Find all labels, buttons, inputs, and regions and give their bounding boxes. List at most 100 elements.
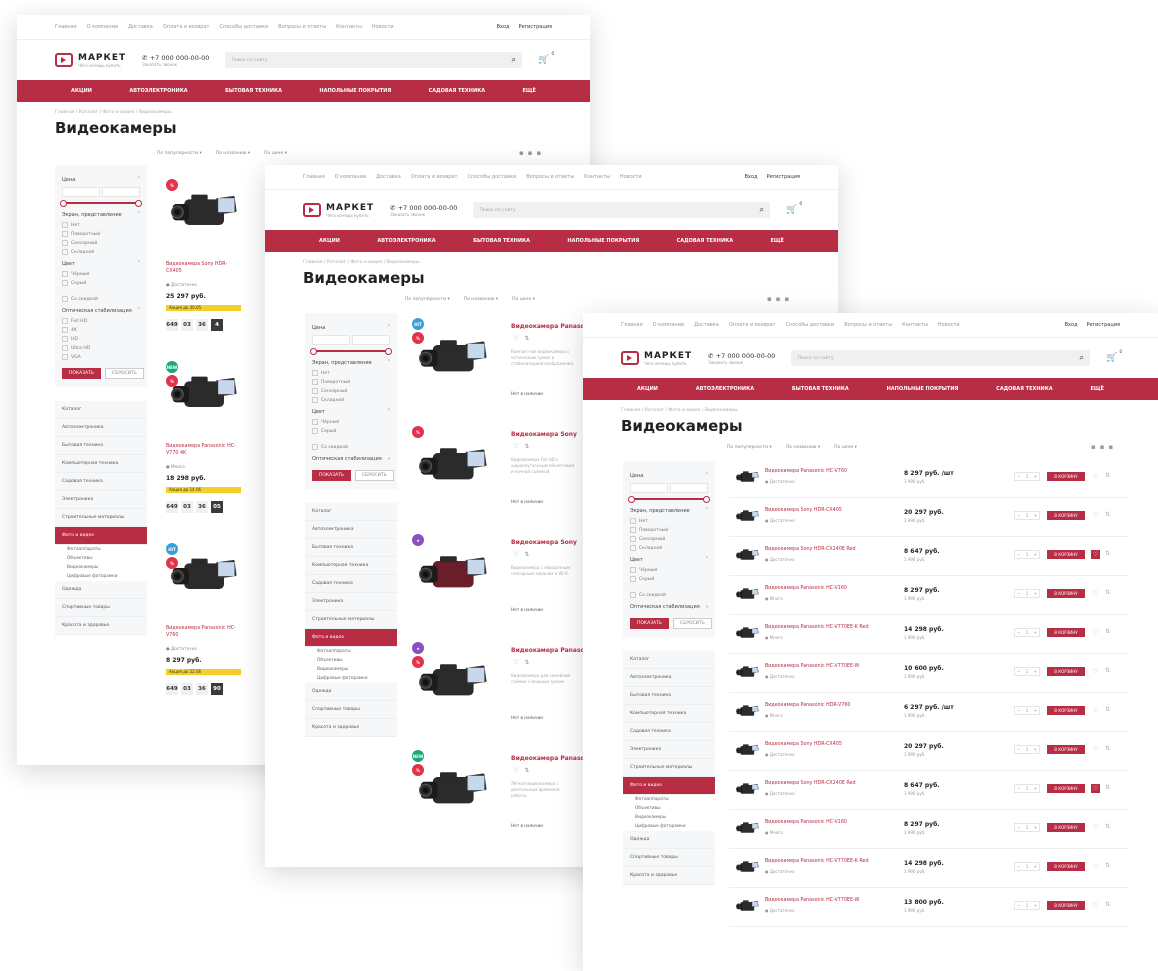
product-card[interactable]: HIT% Видеокамера Panasonic HC-V760 ● Доста…	[165, 542, 245, 702]
filter-checkbox[interactable]: Full HD	[62, 318, 140, 324]
quantity-stepper[interactable]: − 1 +	[1014, 472, 1040, 481]
logo[interactable]: МАРКЕТ Чего хочешь купить	[621, 351, 692, 366]
checkbox-box[interactable]	[312, 388, 318, 394]
qty-minus-button[interactable]: −	[1017, 903, 1020, 908]
filter-price-head[interactable]: Цена ˆ	[630, 473, 708, 479]
qty-value[interactable]: 1	[1026, 864, 1029, 869]
filter-checkbox[interactable]: VGA	[62, 354, 140, 360]
heart-icon[interactable]: ♡	[1091, 589, 1100, 598]
product-thumbnail[interactable]	[735, 664, 759, 684]
filter-checkbox[interactable]: Сенсорный	[312, 388, 390, 394]
reset-filter-button[interactable]: СБРОСИТЬ	[105, 368, 144, 379]
login-link[interactable]: Вход	[1065, 322, 1078, 328]
category-item[interactable]: Электроника	[55, 491, 147, 509]
product-thumbnail[interactable]	[735, 859, 759, 879]
category-item[interactable]: Бытовая техника	[305, 539, 397, 557]
quantity-stepper[interactable]: − 1 +	[1014, 706, 1040, 715]
add-to-cart-button[interactable]: В КОРЗИНУ	[1047, 745, 1085, 754]
table-row[interactable]: Видеокамера Sony HDR-CX405 ● Достаточно 20…	[729, 498, 1129, 537]
category-item[interactable]: Одежда	[305, 683, 397, 701]
compare-icon[interactable]: ⇅	[1105, 589, 1110, 596]
qty-plus-button[interactable]: +	[1034, 474, 1037, 479]
product-image[interactable]	[416, 549, 488, 601]
top-link[interactable]: Способы доставки	[219, 24, 268, 30]
table-view-icon[interactable]: ▪	[537, 149, 542, 157]
qty-minus-button[interactable]: −	[1017, 591, 1020, 596]
qty-minus-button[interactable]: −	[1017, 786, 1020, 791]
table-row[interactable]: Видеокамера Sony HDR-CX240E Red ● Достато…	[729, 771, 1129, 810]
category-item[interactable]: Строительные материалы	[55, 509, 147, 527]
category-item[interactable]: Компьютерная техника	[305, 557, 397, 575]
checkbox-box[interactable]	[630, 567, 636, 573]
price-min-input[interactable]	[62, 187, 100, 197]
search-input[interactable]: Поиск по сайту ⌕	[225, 52, 522, 68]
quantity-stepper[interactable]: − 1 +	[1014, 745, 1040, 754]
table-row[interactable]: Видеокамера Panasonic HC-V770EE-K Red ● М…	[729, 615, 1129, 654]
add-to-cart-button[interactable]: В КОРЗИНУ	[1047, 706, 1085, 715]
top-link[interactable]: О компании	[335, 174, 366, 180]
search-icon[interactable]: ⌕	[512, 55, 516, 65]
product-thumbnail[interactable]	[735, 781, 759, 801]
callback-link[interactable]: Заказать звонок	[390, 212, 457, 217]
logo[interactable]: МАРКЕТ Чего хочешь купить	[55, 53, 126, 68]
top-link[interactable]: Доставка	[694, 322, 719, 328]
grid-view-icon[interactable]: ▪	[767, 295, 772, 303]
filter-checkbox[interactable]: Нет	[630, 518, 708, 524]
sort-option[interactable]: По названию ▾	[786, 445, 820, 450]
heart-icon[interactable]: ♡	[1091, 784, 1100, 793]
product-card[interactable]: NEW% Видеокамера Panasonic HC-V770 4K ● Мн…	[165, 360, 245, 520]
product-name[interactable]: Видеокамера Sony HDR-CX240E Red	[765, 547, 856, 552]
product-name[interactable]: Видеокамера Panasonic	[511, 647, 595, 654]
table-row[interactable]: Видеокамера Panasonic HC-V770EE-W ● Доста…	[729, 654, 1129, 693]
heart-icon[interactable]: ♡	[1091, 628, 1100, 637]
subcategory-item[interactable]: Цифровые фоторамки	[55, 572, 147, 581]
qty-minus-button[interactable]: −	[1017, 474, 1020, 479]
breadcrumb[interactable]: Главная / Каталог / Фото и видео / Видео…	[265, 252, 838, 265]
phone-block[interactable]: ✆ +7 000 000-00-00 Заказать звонок	[142, 54, 209, 67]
product-name[interactable]: Видеокамера Panasonic HC-V760	[166, 626, 240, 639]
nav-item[interactable]: САДОВАЯ ТЕХНИКА	[677, 238, 734, 244]
nav-item[interactable]: БЫТОВАЯ ТЕХНИКА	[225, 88, 282, 94]
sort-option[interactable]: По названию ▾	[216, 151, 250, 156]
top-link[interactable]: Оплата и возврат	[411, 174, 458, 180]
checkbox-box[interactable]	[62, 354, 68, 360]
subcategory-item[interactable]: Объективы	[55, 554, 147, 563]
checkbox-box[interactable]	[62, 271, 68, 277]
table-row[interactable]: Видеокамера Panasonic HC-V770EE-K Red ● Д…	[729, 849, 1129, 888]
table-row[interactable]: Видеокамера Panasonic HDR-V760 ● Много 6 2…	[729, 693, 1129, 732]
checkbox-box[interactable]	[312, 419, 318, 425]
qty-plus-button[interactable]: +	[1034, 591, 1037, 596]
subcategory-item[interactable]: Цифровые фоторамки	[305, 674, 397, 683]
register-link[interactable]: Регистрация	[766, 174, 800, 180]
subcategory-item[interactable]: Цифровые фоторамки	[623, 822, 715, 831]
price-min-input[interactable]	[312, 335, 350, 345]
heart-icon[interactable]: ♡	[513, 659, 518, 666]
filter-checkbox[interactable]: Чёрный	[62, 271, 140, 277]
category-item[interactable]: Одежда	[623, 831, 715, 849]
top-link[interactable]: Оплата и возврат	[163, 24, 210, 30]
category-item[interactable]: Строительные материалы	[623, 759, 715, 777]
checkbox-box[interactable]	[62, 249, 68, 255]
quantity-stepper[interactable]: − 1 +	[1014, 784, 1040, 793]
filter-checkbox[interactable]: Серый	[62, 280, 140, 286]
quantity-stepper[interactable]: − 1 +	[1014, 823, 1040, 832]
add-to-cart-button[interactable]: В КОРЗИНУ	[1047, 589, 1085, 598]
table-row[interactable]: Видеокамера Sony HDR-CX405 ● Достаточно 20…	[729, 732, 1129, 771]
product-image[interactable]	[416, 441, 488, 493]
product-name[interactable]: Видеокамера Sony HDR-CX405	[166, 262, 240, 275]
callback-link[interactable]: Заказать звонок	[708, 360, 775, 365]
price-slider[interactable]	[310, 348, 392, 355]
compare-icon[interactable]: ⇅	[524, 443, 529, 450]
nav-item[interactable]: НАПОЛЬНЫЕ ПОКРЫТИЯ	[887, 386, 959, 392]
checkbox-box[interactable]	[630, 518, 636, 524]
product-name[interactable]: Видеокамера Sony	[511, 431, 577, 438]
product-thumbnail[interactable]	[735, 547, 759, 567]
phone-block[interactable]: ✆ +7 000 000-00-00 Заказать звонок	[390, 204, 457, 217]
qty-minus-button[interactable]: −	[1017, 552, 1020, 557]
qty-minus-button[interactable]: −	[1017, 708, 1020, 713]
register-link[interactable]: Регистрация	[518, 24, 552, 30]
compare-icon[interactable]: ⇅	[1105, 550, 1110, 557]
logo[interactable]: МАРКЕТ Чего хочешь купить	[303, 203, 374, 218]
price-max-input[interactable]	[102, 187, 140, 197]
add-to-cart-button[interactable]: В КОРЗИНУ	[1047, 862, 1085, 871]
